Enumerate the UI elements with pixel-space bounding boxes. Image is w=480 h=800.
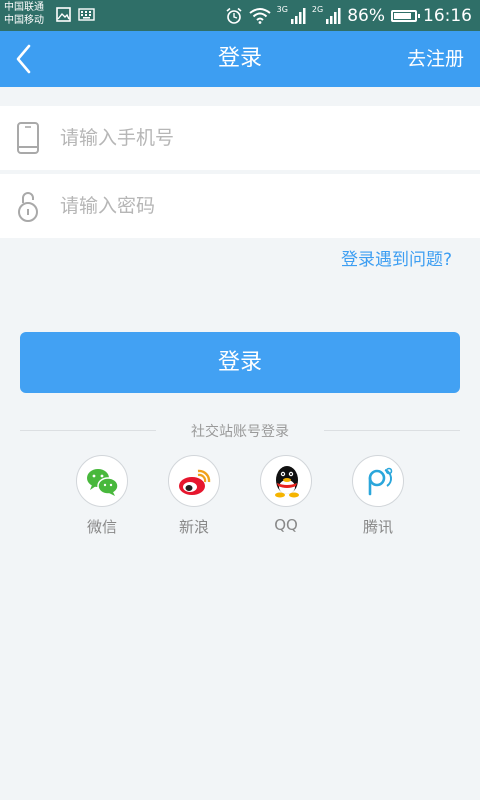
social-qq[interactable]: QQ (258, 455, 314, 534)
weibo-icon (179, 469, 211, 495)
register-link[interactable]: 去注册 (407, 31, 464, 87)
signal-icon (326, 7, 341, 24)
phone-field[interactable]: 请输入手机号 (0, 106, 480, 170)
login-button[interactable]: 登录 (20, 332, 460, 393)
social-label: 腾讯 (362, 518, 393, 536)
carrier-info: 中国联通 中国移动 (4, 1, 44, 27)
wifi-icon (248, 8, 271, 24)
signal-icon (290, 7, 306, 24)
social-login-title: 社交站账号登录 (191, 424, 289, 440)
keyboard-icon (78, 8, 95, 21)
password-input[interactable]: 请输入密码 (60, 174, 155, 238)
social-label: QQ (274, 516, 298, 534)
carrier-name-1: 中国联通 (4, 2, 44, 13)
image-icon (56, 7, 71, 22)
password-field[interactable]: 请输入密码 (0, 174, 480, 238)
social-wechat[interactable]: 微信 (74, 455, 130, 537)
carrier-name-2: 中国移动 (4, 15, 44, 26)
clock: 16:16 (423, 5, 472, 26)
app-header: 登录 去注册 (0, 31, 480, 87)
status-right: 3G 2G 86% 16:16 (225, 0, 472, 31)
battery-percent: 86% (347, 5, 385, 26)
chevron-left-icon (16, 44, 31, 74)
social-label: 新浪 (178, 518, 209, 536)
status-bar: 中国联通 中国移动 3G 2G 86% 16:16 (0, 0, 480, 31)
login-trouble-link[interactable]: 登录遇到问题? (341, 245, 452, 270)
phone-input[interactable]: 请输入手机号 (60, 106, 174, 170)
wechat-icon (87, 469, 119, 496)
battery-level (394, 12, 412, 19)
network-3g-label: 3G (276, 5, 288, 14)
lock-icon (18, 192, 38, 222)
social-tencent[interactable]: 腾讯 (350, 455, 406, 537)
phone-icon (17, 122, 39, 154)
network-2g-label: 2G (311, 5, 324, 14)
tencent-weibo-icon (368, 467, 393, 496)
social-weibo[interactable]: 新浪 (166, 455, 222, 537)
alarm-icon (226, 7, 242, 24)
battery-icon (391, 9, 420, 22)
back-button[interactable] (10, 39, 50, 79)
social-label: 微信 (86, 518, 117, 536)
qq-icon (275, 466, 299, 498)
